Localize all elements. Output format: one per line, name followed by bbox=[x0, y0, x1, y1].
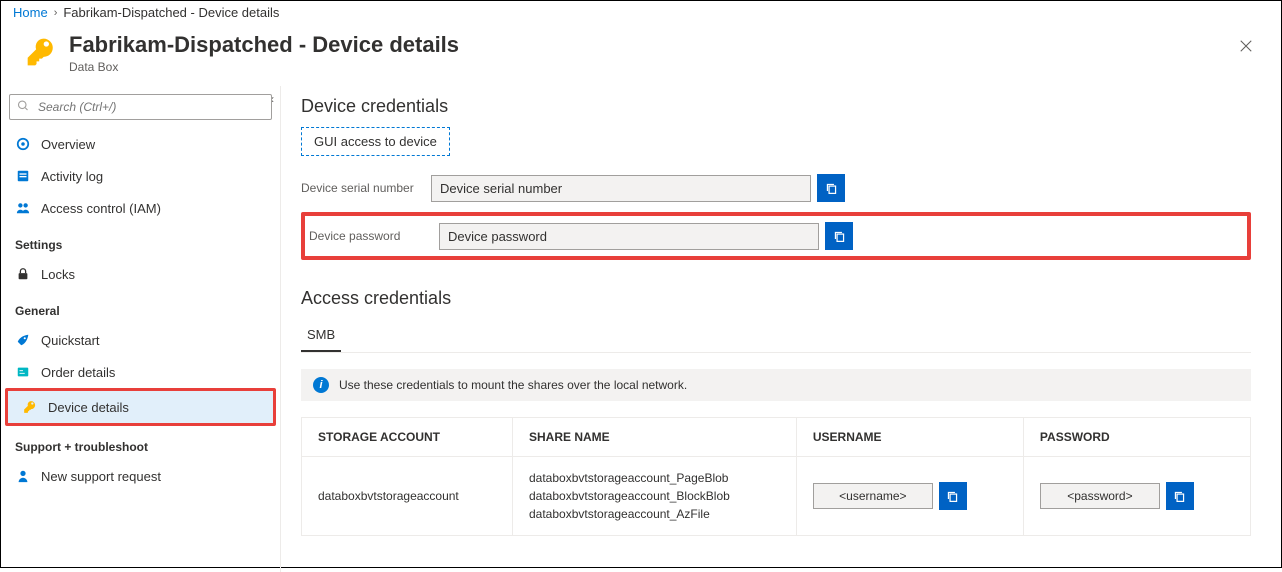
sidebar-item-label: New support request bbox=[41, 469, 161, 484]
copy-password-button[interactable] bbox=[825, 222, 853, 250]
sidebar-item-label: Order details bbox=[41, 365, 115, 380]
search-icon bbox=[17, 100, 29, 115]
overview-icon bbox=[15, 136, 31, 152]
page-header: Fabrikam-Dispatched - Device details Dat… bbox=[1, 28, 1281, 86]
sidebar: « Overview Activity log Access control (… bbox=[1, 86, 281, 572]
order-details-icon bbox=[15, 364, 31, 380]
activity-log-icon bbox=[15, 168, 31, 184]
copy-serial-button[interactable] bbox=[817, 174, 845, 202]
share-name: databoxbvtstorageaccount_AzFile bbox=[529, 505, 780, 523]
sidebar-item-new-support-request[interactable]: New support request bbox=[1, 460, 280, 492]
device-password-field[interactable] bbox=[439, 223, 819, 250]
share-name: databoxbvtstorageaccount_PageBlob bbox=[529, 469, 780, 487]
share-name: databoxbvtstorageaccount_BlockBlob bbox=[529, 487, 780, 505]
sidebar-item-label: Quickstart bbox=[41, 333, 100, 348]
sidebar-item-label: Overview bbox=[41, 137, 95, 152]
cell-storage-account: databoxbvtstorageaccount bbox=[302, 457, 513, 536]
credentials-table: STORAGE ACCOUNT SHARE NAME USERNAME PASS… bbox=[301, 417, 1251, 536]
table-row: databoxbvtstorageaccount databoxbvtstora… bbox=[302, 457, 1251, 536]
info-text: Use these credentials to mount the share… bbox=[339, 378, 687, 392]
page-subtitle: Data Box bbox=[69, 60, 459, 74]
device-credentials-title: Device credentials bbox=[301, 96, 1251, 117]
sidebar-section-general: General bbox=[1, 290, 280, 324]
quickstart-icon bbox=[15, 332, 31, 348]
sidebar-item-quickstart[interactable]: Quickstart bbox=[1, 324, 280, 356]
info-icon: i bbox=[313, 377, 329, 393]
breadcrumb-home[interactable]: Home bbox=[13, 5, 48, 20]
lock-icon bbox=[15, 266, 31, 282]
password-field[interactable]: <password> bbox=[1040, 483, 1160, 509]
serial-number-field[interactable] bbox=[431, 175, 811, 202]
col-password: PASSWORD bbox=[1023, 418, 1250, 457]
cell-share-names: databoxbvtstorageaccount_PageBlob databo… bbox=[529, 469, 780, 523]
sidebar-item-overview[interactable]: Overview bbox=[1, 128, 280, 160]
device-password-label: Device password bbox=[309, 229, 439, 243]
sidebar-item-label: Device details bbox=[48, 400, 129, 415]
sidebar-item-label: Activity log bbox=[41, 169, 103, 184]
main-content: Device credentials GUI access to device … bbox=[281, 86, 1281, 572]
sidebar-section-support: Support + troubleshoot bbox=[1, 426, 280, 460]
sidebar-item-access-control[interactable]: Access control (IAM) bbox=[1, 192, 280, 224]
tab-smb[interactable]: SMB bbox=[301, 319, 341, 352]
sidebar-item-device-details[interactable]: Device details bbox=[8, 391, 273, 423]
chevron-right-icon: › bbox=[54, 7, 58, 19]
breadcrumb-current: Fabrikam-Dispatched - Device details bbox=[63, 5, 279, 20]
username-field[interactable]: <username> bbox=[813, 483, 933, 509]
people-icon bbox=[15, 200, 31, 216]
key-icon bbox=[22, 399, 38, 415]
copy-share-password-button[interactable] bbox=[1166, 482, 1194, 510]
col-username: USERNAME bbox=[796, 418, 1023, 457]
breadcrumb: Home › Fabrikam-Dispatched - Device deta… bbox=[1, 1, 1281, 28]
sidebar-search-input[interactable] bbox=[9, 94, 272, 120]
access-credentials-title: Access credentials bbox=[301, 288, 1251, 309]
col-share-name: SHARE NAME bbox=[512, 418, 796, 457]
support-icon bbox=[15, 468, 31, 484]
sidebar-item-order-details[interactable]: Order details bbox=[1, 356, 280, 388]
sidebar-item-label: Locks bbox=[41, 267, 75, 282]
col-storage-account: STORAGE ACCOUNT bbox=[302, 418, 513, 457]
sidebar-item-locks[interactable]: Locks bbox=[1, 258, 280, 290]
page-title: Fabrikam-Dispatched - Device details bbox=[69, 32, 459, 58]
sidebar-item-activity-log[interactable]: Activity log bbox=[1, 160, 280, 192]
serial-number-label: Device serial number bbox=[301, 181, 431, 195]
copy-username-button[interactable] bbox=[939, 482, 967, 510]
close-button[interactable] bbox=[1231, 32, 1261, 63]
sidebar-section-settings: Settings bbox=[1, 224, 280, 258]
sidebar-item-label: Access control (IAM) bbox=[41, 201, 161, 216]
gui-access-button[interactable]: GUI access to device bbox=[301, 127, 450, 156]
key-icon bbox=[25, 36, 57, 68]
info-bar: i Use these credentials to mount the sha… bbox=[301, 369, 1251, 401]
